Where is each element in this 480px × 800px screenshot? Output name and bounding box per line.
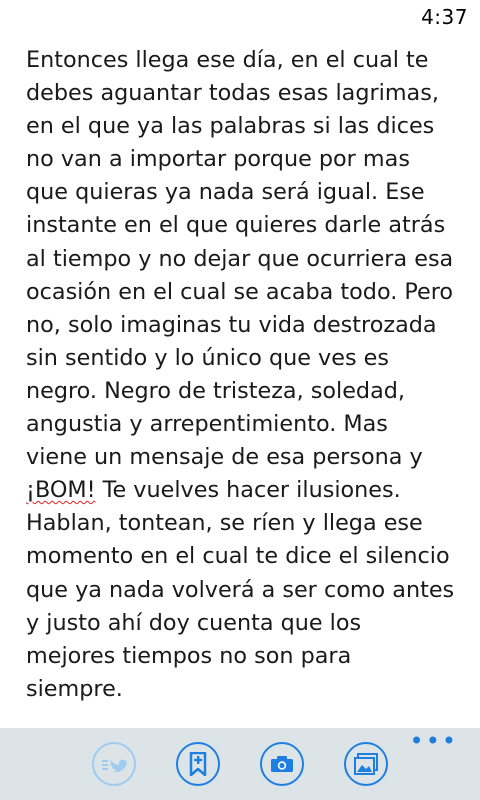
picture-gallery-icon [354, 753, 378, 775]
note-line: negro. Negro de tristeza, soledad, [26, 377, 405, 404]
note-line: mejores tiempos no son para [26, 642, 352, 669]
note-line: ocasión en el cual se acaba todo. Pero [26, 278, 454, 305]
add-bookmark-button[interactable] [176, 742, 220, 786]
note-line: instante en el que quieres darle atrás [26, 212, 446, 239]
status-clock: 4:37 [421, 5, 468, 29]
status-bar: 4:37 [0, 0, 480, 32]
note-line: no van a importar porque por mas [26, 146, 410, 173]
note-line: Entonces llega ese día, en el cual te [26, 47, 429, 73]
note-line-with-misspelling: ¡BOM! Te vuelves hacer ilusiones. [26, 474, 466, 507]
note-line: sin sentido y lo único que ves es [26, 344, 390, 371]
note-line: siempre. [26, 675, 123, 702]
note-line: viene un mensaje de esa persona y [26, 444, 423, 471]
note-line: y justo ahí doy cuenta que los [26, 609, 362, 636]
app-bar: ••• [0, 728, 480, 800]
bookmark-plus-icon [189, 752, 207, 776]
twitter-bird-icon [101, 754, 127, 774]
note-line: que ya nada volverá a ser como antes [26, 576, 455, 603]
note-line-rest: Te vuelves hacer ilusiones. [95, 477, 401, 504]
misspelled-word[interactable]: ¡BOM! [26, 477, 96, 503]
note-line: Hablan, tontean, se ríen y llega ese [26, 510, 423, 537]
note-line: que quieras ya nada será igual. Ese [26, 179, 425, 206]
note-line: no, solo imaginas tu vida destrozada [26, 311, 437, 338]
camera-button[interactable] [260, 742, 304, 786]
more-options-button[interactable]: ••• [410, 729, 458, 753]
note-text-area[interactable]: Entonces llega ese día, en el cual te de… [26, 44, 466, 706]
note-line: angustia y arrepentimiento. Mas [26, 411, 388, 438]
note-line: debes aguantar todas esas lagrimas, [26, 80, 439, 107]
share-twitter-button[interactable] [92, 742, 136, 786]
note-line: en el que ya las palabras si las dices [26, 113, 435, 140]
note-line: momento en el cual te dice el silencio [26, 543, 450, 570]
camera-icon [270, 755, 294, 773]
note-line: al tiempo y no dejar que ocurriera esa [26, 245, 454, 272]
insert-picture-button[interactable] [344, 742, 388, 786]
